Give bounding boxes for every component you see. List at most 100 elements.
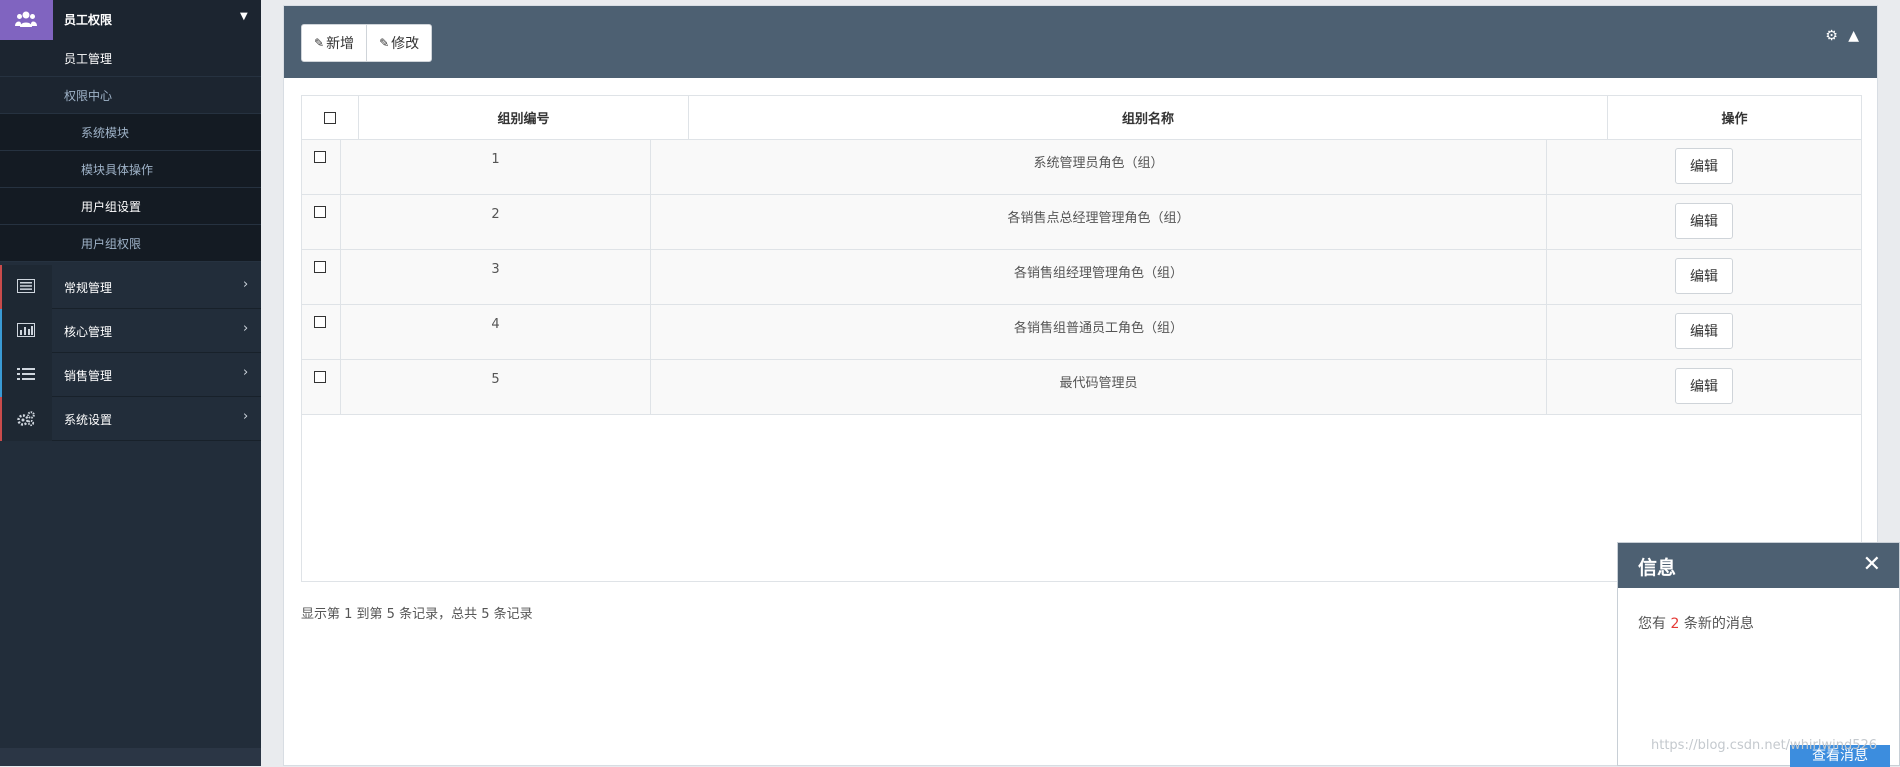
edit-icon: ✎ <box>379 36 390 50</box>
row-checkbox-cell <box>302 305 341 359</box>
sidebar-item-label: 模块具体操作 <box>81 163 154 177</box>
notification-message-suffix: 条新的消息 <box>1679 616 1754 632</box>
modify-button-label: 修改 <box>391 36 420 52</box>
sidebar-item-permission-center[interactable]: 权限中心 <box>0 77 261 114</box>
notification-title: 信息 <box>1638 557 1677 579</box>
row-checkbox-cell <box>302 140 341 194</box>
edit-button[interactable]: 编辑 <box>1675 203 1733 239</box>
group-name: 最代码管理员 <box>1059 376 1138 391</box>
row-checkbox[interactable] <box>314 261 326 273</box>
group-id-cell: 3 <box>341 250 651 304</box>
group-id: 5 <box>491 372 500 387</box>
sidebar-item-label: 常规管理 <box>64 281 113 295</box>
group-id-cell: 2 <box>341 195 651 249</box>
chevron-right-icon: › <box>243 409 249 424</box>
users-icon <box>0 0 53 40</box>
group-id-cell: 1 <box>341 140 651 194</box>
row-checkbox[interactable] <box>314 151 326 163</box>
group-id: 2 <box>491 207 500 222</box>
edit-icon: ✎ <box>314 36 325 50</box>
sidebar-item-system-modules[interactable]: 系统模块 <box>0 114 261 151</box>
sidebar-item-user-group-settings[interactable]: 用户组设置 <box>0 188 261 225</box>
list-icon <box>17 368 35 380</box>
group-id-cell: 4 <box>341 305 651 359</box>
add-button-label: 新增 <box>326 36 355 52</box>
group-name-cell: 最代码管理员 <box>651 360 1547 414</box>
chevron-right-icon: › <box>243 365 249 380</box>
bar-chart-icon <box>17 323 35 337</box>
sidebar-item-label: 系统模块 <box>81 126 130 140</box>
sidebar-item-sales-management[interactable]: 销售管理 › <box>0 353 261 397</box>
action-cell: 编辑 <box>1547 360 1861 414</box>
panel-header: ✎ 新增 ✎ 修改 ⚙ ▲ <box>284 6 1877 78</box>
close-icon[interactable]: ✕ <box>1863 552 1881 577</box>
sidebar-item-system-settings[interactable]: 系统设置 › <box>0 397 261 441</box>
sidebar-item-label: 系统设置 <box>64 413 113 427</box>
group-name-cell: 系统管理员角色（组） <box>651 140 1547 194</box>
action-cell: 编辑 <box>1547 250 1861 304</box>
sidebar-item-staff-management[interactable]: 员工管理 <box>0 40 261 77</box>
watermark: https://blog.csdn.net/whirlwind526 <box>1651 738 1878 753</box>
group-id: 4 <box>491 317 500 332</box>
chevron-right-icon: › <box>243 277 249 292</box>
edit-button[interactable]: 编辑 <box>1675 148 1733 184</box>
data-table: 组别编号 组别名称 操作 1 系统管理员角色（组） 编辑 2 各销售点总经理管理角色（组… <box>301 95 1862 582</box>
sidebar-item-module-operations[interactable]: 模块具体操作 <box>0 151 261 188</box>
group-id-cell: 5 <box>341 360 651 414</box>
row-checkbox[interactable] <box>314 206 326 218</box>
group-id: 1 <box>491 152 500 167</box>
group-name-cell: 各销售组经理管理角色（组） <box>651 250 1547 304</box>
table-header: 组别编号 组别名称 操作 <box>302 96 1861 140</box>
notification-message: 您有 2 条新的消息 <box>1638 613 1754 633</box>
group-id: 3 <box>491 262 500 277</box>
chevron-right-icon: › <box>243 321 249 336</box>
sidebar-item-label: 核心管理 <box>64 325 113 339</box>
sidebar-item-general-management[interactable]: 常规管理 › <box>0 265 261 309</box>
collapse-up-icon[interactable]: ▲ <box>1848 28 1859 44</box>
sidebar-item-label: 员工管理 <box>64 52 113 66</box>
row-checkbox[interactable] <box>314 371 326 383</box>
row-checkbox[interactable] <box>314 316 326 328</box>
sidebar-item-label: 销售管理 <box>64 369 113 383</box>
column-header-group-id[interactable]: 组别编号 <box>359 96 689 139</box>
toolbar: ✎ 新增 ✎ 修改 <box>301 24 433 62</box>
sidebar-section-label: 员工权限 <box>64 13 113 27</box>
table-row: 4 各销售组普通员工角色（组） 编辑 <box>302 305 1861 360</box>
modify-button[interactable]: ✎ 修改 <box>366 25 431 61</box>
sidebar-item-label: 用户组设置 <box>81 200 142 214</box>
table-row: 5 最代码管理员 编辑 <box>302 360 1861 415</box>
sidebar-item-label: 用户组权限 <box>81 237 142 251</box>
group-name-cell: 各销售组普通员工角色（组） <box>651 305 1547 359</box>
table-row: 3 各销售组经理管理角色（组） 编辑 <box>302 250 1861 305</box>
action-cell: 编辑 <box>1547 305 1861 359</box>
gear-icon[interactable]: ⚙ <box>1825 28 1838 44</box>
edit-button[interactable]: 编辑 <box>1675 258 1733 294</box>
cogs-icon <box>17 411 35 427</box>
table-row: 2 各销售点总经理管理角色（组） 编辑 <box>302 195 1861 250</box>
pagination-summary: 显示第 1 到第 5 条记录，总共 5 条记录 <box>301 607 533 622</box>
sidebar: 员工权限 ▼ 员工管理 权限中心 系统模块 模块具体操作 用户组设置 用户组权限… <box>0 0 261 766</box>
group-name: 各销售组普通员工角色（组） <box>1013 321 1183 336</box>
sidebar-section-staff-permissions[interactable]: 员工权限 ▼ <box>0 0 261 40</box>
action-cell: 编辑 <box>1547 195 1861 249</box>
row-checkbox-cell <box>302 195 341 249</box>
notification-popup: 信息 ✕ 您有 2 条新的消息 查看消息 <box>1617 542 1900 767</box>
column-header-group-name[interactable]: 组别名称 <box>689 96 1608 139</box>
select-all-checkbox[interactable] <box>324 111 336 124</box>
edit-button[interactable]: 编辑 <box>1675 313 1733 349</box>
group-name: 各销售组经理管理角色（组） <box>1013 266 1183 281</box>
column-header-actions: 操作 <box>1721 112 1748 127</box>
table-row: 1 系统管理员角色（组） 编辑 <box>302 140 1861 195</box>
group-name: 系统管理员角色（组） <box>1033 156 1164 171</box>
row-checkbox-cell <box>302 250 341 304</box>
sidebar-item-label: 权限中心 <box>64 89 113 103</box>
sidebar-footer <box>0 748 261 766</box>
sidebar-item-user-group-permissions[interactable]: 用户组权限 <box>0 225 261 262</box>
notification-header: 信息 ✕ <box>1618 543 1899 588</box>
sidebar-item-core-management[interactable]: 核心管理 › <box>0 309 261 353</box>
list-alt-icon <box>17 279 35 293</box>
add-button[interactable]: ✎ 新增 <box>302 25 366 61</box>
header-checkbox-cell <box>302 96 359 139</box>
group-name: 各销售点总经理管理角色（组） <box>1007 211 1190 226</box>
edit-button[interactable]: 编辑 <box>1675 368 1733 404</box>
